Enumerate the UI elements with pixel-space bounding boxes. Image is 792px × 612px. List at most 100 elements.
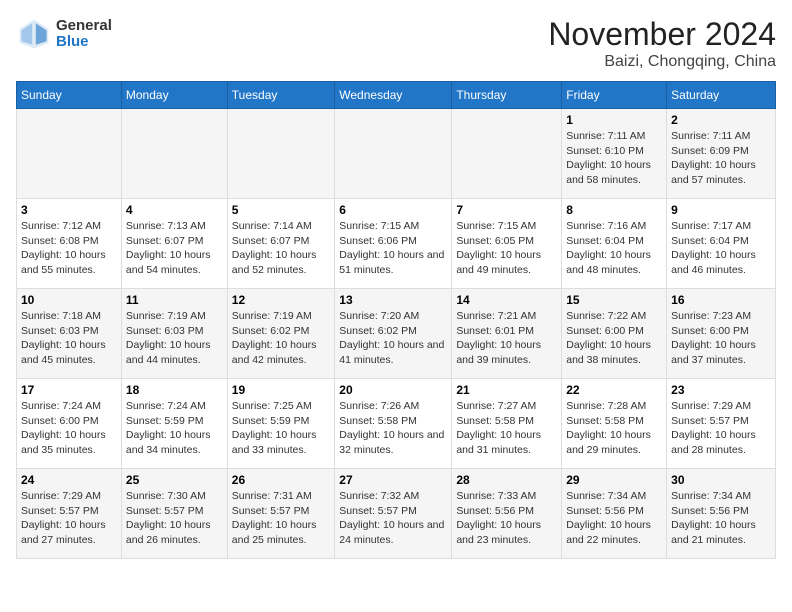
calendar-cell: 20 Sunrise: 7:26 AMSunset: 5:58 PMDayligh… (335, 379, 452, 469)
calendar-cell: 27 Sunrise: 7:32 AMSunset: 5:57 PMDayligh… (335, 469, 452, 559)
calendar-cell: 8 Sunrise: 7:16 AMSunset: 6:04 PMDaylight… (562, 199, 667, 289)
day-number: 24 (21, 473, 117, 487)
day-info: Sunrise: 7:20 AMSunset: 6:02 PMDaylight:… (339, 309, 447, 368)
day-number: 5 (232, 203, 330, 217)
day-number: 27 (339, 473, 447, 487)
day-info: Sunrise: 7:17 AMSunset: 6:04 PMDaylight:… (671, 219, 771, 278)
logo: General Blue (16, 16, 112, 52)
day-info: Sunrise: 7:14 AMSunset: 6:07 PMDaylight:… (232, 219, 330, 278)
day-info: Sunrise: 7:16 AMSunset: 6:04 PMDaylight:… (566, 219, 662, 278)
day-info: Sunrise: 7:26 AMSunset: 5:58 PMDaylight:… (339, 399, 447, 458)
day-number: 13 (339, 293, 447, 307)
day-info: Sunrise: 7:11 AMSunset: 6:09 PMDaylight:… (671, 129, 771, 188)
calendar-cell: 1 Sunrise: 7:11 AMSunset: 6:10 PMDaylight… (562, 109, 667, 199)
day-info: Sunrise: 7:15 AMSunset: 6:05 PMDaylight:… (456, 219, 557, 278)
day-info: Sunrise: 7:25 AMSunset: 5:59 PMDaylight:… (232, 399, 330, 458)
header-day-monday: Monday (121, 82, 227, 109)
day-info: Sunrise: 7:22 AMSunset: 6:00 PMDaylight:… (566, 309, 662, 368)
logo-blue: Blue (56, 34, 112, 51)
day-info: Sunrise: 7:29 AMSunset: 5:57 PMDaylight:… (21, 489, 117, 548)
day-info: Sunrise: 7:24 AMSunset: 5:59 PMDaylight:… (126, 399, 223, 458)
week-row-1: 1 Sunrise: 7:11 AMSunset: 6:10 PMDaylight… (17, 109, 776, 199)
page-header: General Blue November 2024 Baizi, Chongq… (16, 16, 776, 71)
calendar-cell: 24 Sunrise: 7:29 AMSunset: 5:57 PMDayligh… (17, 469, 122, 559)
day-info: Sunrise: 7:34 AMSunset: 5:56 PMDaylight:… (671, 489, 771, 548)
day-number: 28 (456, 473, 557, 487)
day-number: 12 (232, 293, 330, 307)
day-number: 26 (232, 473, 330, 487)
day-number: 1 (566, 113, 662, 127)
calendar-header: SundayMondayTuesdayWednesdayThursdayFrid… (17, 82, 776, 109)
calendar-cell: 29 Sunrise: 7:34 AMSunset: 5:56 PMDayligh… (562, 469, 667, 559)
calendar-cell (452, 109, 562, 199)
day-number: 8 (566, 203, 662, 217)
day-info: Sunrise: 7:29 AMSunset: 5:57 PMDaylight:… (671, 399, 771, 458)
day-info: Sunrise: 7:15 AMSunset: 6:06 PMDaylight:… (339, 219, 447, 278)
header-day-saturday: Saturday (667, 82, 776, 109)
day-info: Sunrise: 7:23 AMSunset: 6:00 PMDaylight:… (671, 309, 771, 368)
day-number: 16 (671, 293, 771, 307)
day-number: 6 (339, 203, 447, 217)
day-number: 19 (232, 383, 330, 397)
day-number: 23 (671, 383, 771, 397)
day-info: Sunrise: 7:27 AMSunset: 5:58 PMDaylight:… (456, 399, 557, 458)
calendar-cell (227, 109, 334, 199)
day-number: 10 (21, 293, 117, 307)
day-info: Sunrise: 7:33 AMSunset: 5:56 PMDaylight:… (456, 489, 557, 548)
day-number: 15 (566, 293, 662, 307)
day-number: 21 (456, 383, 557, 397)
calendar-cell: 26Sunrise: 7:31 AMSunset: 5:57 PMDayligh… (227, 469, 334, 559)
calendar-cell: 7 Sunrise: 7:15 AMSunset: 6:05 PMDaylight… (452, 199, 562, 289)
logo-text: General Blue (56, 18, 112, 51)
calendar-cell (121, 109, 227, 199)
day-number: 25 (126, 473, 223, 487)
day-info: Sunrise: 7:19 AMSunset: 6:03 PMDaylight:… (126, 309, 223, 368)
day-number: 14 (456, 293, 557, 307)
calendar-cell: 19 Sunrise: 7:25 AMSunset: 5:59 PMDayligh… (227, 379, 334, 469)
day-number: 7 (456, 203, 557, 217)
day-info: Sunrise: 7:24 AMSunset: 6:00 PMDaylight:… (21, 399, 117, 458)
day-info: Sunrise: 7:30 AMSunset: 5:57 PMDaylight:… (126, 489, 223, 548)
calendar-cell: 6 Sunrise: 7:15 AMSunset: 6:06 PMDaylight… (335, 199, 452, 289)
header-day-friday: Friday (562, 82, 667, 109)
week-row-3: 10Sunrise: 7:18 AMSunset: 6:03 PMDayligh… (17, 289, 776, 379)
calendar-cell: 14 Sunrise: 7:21 AMSunset: 6:01 PMDayligh… (452, 289, 562, 379)
calendar-cell: 3Sunrise: 7:12 AMSunset: 6:08 PMDaylight… (17, 199, 122, 289)
calendar-cell: 15 Sunrise: 7:22 AMSunset: 6:00 PMDayligh… (562, 289, 667, 379)
calendar-cell: 4 Sunrise: 7:13 AMSunset: 6:07 PMDaylight… (121, 199, 227, 289)
day-number: 29 (566, 473, 662, 487)
day-number: 18 (126, 383, 223, 397)
day-info: Sunrise: 7:34 AMSunset: 5:56 PMDaylight:… (566, 489, 662, 548)
week-row-4: 17Sunrise: 7:24 AMSunset: 6:00 PMDayligh… (17, 379, 776, 469)
title-block: November 2024 Baizi, Chongqing, China (548, 16, 776, 71)
logo-icon (16, 16, 52, 52)
week-row-2: 3Sunrise: 7:12 AMSunset: 6:08 PMDaylight… (17, 199, 776, 289)
header-day-sunday: Sunday (17, 82, 122, 109)
day-number: 9 (671, 203, 771, 217)
day-info: Sunrise: 7:19 AMSunset: 6:02 PMDaylight:… (232, 309, 330, 368)
calendar-cell: 18 Sunrise: 7:24 AMSunset: 5:59 PMDayligh… (121, 379, 227, 469)
day-number: 4 (126, 203, 223, 217)
header-day-tuesday: Tuesday (227, 82, 334, 109)
calendar-cell: 10Sunrise: 7:18 AMSunset: 6:03 PMDayligh… (17, 289, 122, 379)
day-info: Sunrise: 7:32 AMSunset: 5:57 PMDaylight:… (339, 489, 447, 548)
day-info: Sunrise: 7:28 AMSunset: 5:58 PMDaylight:… (566, 399, 662, 458)
day-info: Sunrise: 7:11 AMSunset: 6:10 PMDaylight:… (566, 129, 662, 188)
calendar-cell: 23 Sunrise: 7:29 AMSunset: 5:57 PMDayligh… (667, 379, 776, 469)
calendar-cell: 25 Sunrise: 7:30 AMSunset: 5:57 PMDayligh… (121, 469, 227, 559)
calendar-cell: 21 Sunrise: 7:27 AMSunset: 5:58 PMDayligh… (452, 379, 562, 469)
day-number: 2 (671, 113, 771, 127)
day-info: Sunrise: 7:21 AMSunset: 6:01 PMDaylight:… (456, 309, 557, 368)
calendar-cell: 30Sunrise: 7:34 AMSunset: 5:56 PMDayligh… (667, 469, 776, 559)
header-day-wednesday: Wednesday (335, 82, 452, 109)
calendar-body: 1 Sunrise: 7:11 AMSunset: 6:10 PMDaylight… (17, 109, 776, 559)
calendar-cell (335, 109, 452, 199)
calendar-cell: 2 Sunrise: 7:11 AMSunset: 6:09 PMDaylight… (667, 109, 776, 199)
day-info: Sunrise: 7:13 AMSunset: 6:07 PMDaylight:… (126, 219, 223, 278)
calendar-cell: 5 Sunrise: 7:14 AMSunset: 6:07 PMDaylight… (227, 199, 334, 289)
header-row: SundayMondayTuesdayWednesdayThursdayFrid… (17, 82, 776, 109)
logo-general: General (56, 18, 112, 35)
calendar-table: SundayMondayTuesdayWednesdayThursdayFrid… (16, 81, 776, 559)
calendar-cell: 28 Sunrise: 7:33 AMSunset: 5:56 PMDayligh… (452, 469, 562, 559)
day-number: 20 (339, 383, 447, 397)
